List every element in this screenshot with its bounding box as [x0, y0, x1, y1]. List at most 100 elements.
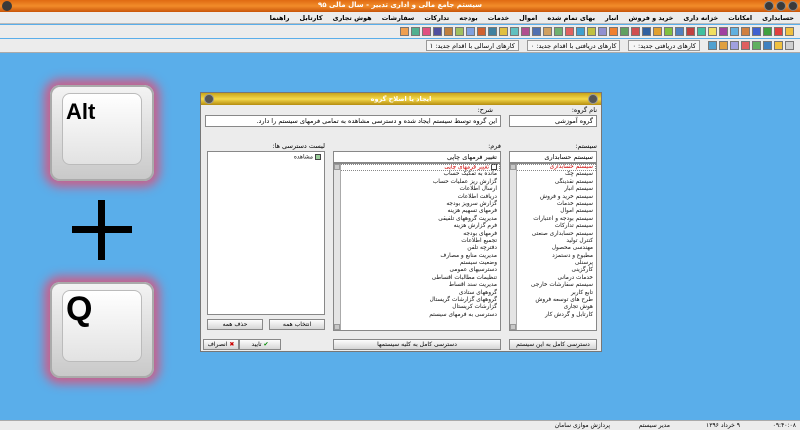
toolbar-icon[interactable] — [785, 27, 794, 36]
scroll-down-icon[interactable] — [334, 324, 340, 330]
toolbar-icon[interactable] — [719, 27, 728, 36]
menu-sales[interactable]: خرید و فروش — [629, 14, 674, 22]
toolbar-icon[interactable] — [598, 27, 607, 36]
scroll-down-icon[interactable] — [510, 324, 516, 330]
toolbar-icon[interactable] — [400, 27, 409, 36]
list-item[interactable]: سیستم سفارشات خارجی — [510, 282, 596, 289]
list-item[interactable]: سیستم اموال — [510, 208, 596, 215]
toolbar-icon[interactable] — [785, 41, 794, 50]
toolbar-icon[interactable] — [543, 27, 552, 36]
select-all-button[interactable]: انتخاب همه — [269, 319, 325, 330]
list-item[interactable]: مطبوع و دستمزد — [510, 253, 596, 260]
list-item[interactable]: فرم گزارش هزینه — [334, 223, 500, 230]
toolbar-icon[interactable] — [719, 41, 728, 50]
forms-list[interactable]: تغییر فرمهای چاپی مانده به تفکیک حساب گز… — [333, 163, 501, 331]
list-item[interactable]: وضعیت سیستم — [334, 260, 500, 267]
toolbar-icon[interactable] — [532, 27, 541, 36]
toolbar-icon[interactable] — [587, 27, 596, 36]
menu-procurement[interactable]: تدارکات — [424, 14, 449, 22]
toolbar-icon[interactable] — [686, 27, 695, 36]
dialog-menu-icon[interactable] — [588, 94, 598, 104]
toolbar-icon[interactable] — [708, 27, 717, 36]
group-name-input[interactable]: گروه آموزشی — [509, 115, 597, 127]
list-item[interactable]: گزارش سرویز بودجه — [334, 201, 500, 208]
menu-accounting[interactable]: حسابداری — [762, 14, 794, 22]
list-item[interactable]: سیستم خدمات — [510, 201, 596, 208]
menu-treasury[interactable]: خزانه داری — [683, 14, 718, 22]
toolbar-icon[interactable] — [774, 27, 783, 36]
access-list[interactable]: مشاهده — [207, 151, 325, 315]
ok-button[interactable]: ✔ تایید — [239, 339, 281, 350]
list-item[interactable]: سیستم انبار — [510, 186, 596, 193]
maximize-icon[interactable] — [776, 1, 786, 11]
full-access-all-button[interactable]: دسترسی کامل به کلیه سیستمها — [333, 339, 501, 350]
tab-received-new[interactable]: کارهای دریافتی جدید: ۰ — [628, 40, 700, 51]
toolbar-icon[interactable] — [521, 27, 530, 36]
toolbar-icon[interactable] — [433, 27, 442, 36]
menu-bi[interactable]: هوش تجاری — [333, 14, 372, 22]
list-item[interactable]: فرمهای بودجه — [334, 231, 500, 238]
list-item[interactable]: سیستم تدارکات — [510, 223, 596, 230]
toolbar-icon[interactable] — [730, 27, 739, 36]
list-item[interactable]: گزارش ریز عملیات حساب — [334, 179, 500, 186]
tab-received-action[interactable]: کارهای دریافتی با اقدام جدید: ۰ — [526, 40, 621, 51]
list-item[interactable]: ارسال اطلاعات — [334, 186, 500, 193]
forms-scrollbar[interactable] — [334, 164, 341, 330]
form-checkbox[interactable] — [491, 164, 497, 170]
toolbar-icon[interactable] — [763, 41, 772, 50]
list-item[interactable]: مانده به تفکیک حساب — [334, 171, 500, 178]
toolbar-icon[interactable] — [774, 41, 783, 50]
list-item[interactable]: مهندسی محصول — [510, 245, 596, 252]
list-item[interactable]: کنترل تولید — [510, 238, 596, 245]
toolbar-icon[interactable] — [466, 27, 475, 36]
scroll-up-icon[interactable] — [510, 164, 516, 170]
list-item[interactable]: خدمات درمانی — [510, 275, 596, 282]
toolbar-icon[interactable] — [730, 41, 739, 50]
menu-assets[interactable]: اموال — [519, 14, 537, 22]
list-item[interactable]: کارگزینی — [510, 267, 596, 274]
toolbar-icon[interactable] — [499, 27, 508, 36]
toolbar-icon[interactable] — [653, 27, 662, 36]
list-item[interactable]: دفترچه تلفن — [334, 245, 500, 252]
toolbar-icon[interactable] — [488, 27, 497, 36]
list-item[interactable]: سیستم نقدینگی — [510, 179, 596, 186]
access-checkbox[interactable] — [315, 154, 321, 160]
menu-orders[interactable]: سفارشات — [382, 14, 415, 22]
minimize-icon[interactable] — [764, 1, 774, 11]
menu-features[interactable]: امکانات — [728, 14, 752, 22]
systems-scrollbar[interactable] — [510, 164, 517, 330]
toolbar-icon[interactable] — [697, 27, 706, 36]
list-item[interactable]: مدیریت منابع و مصارف — [334, 253, 500, 260]
list-item[interactable]: سیستم حسابداری صنعتی — [510, 231, 596, 238]
toolbar-icon[interactable] — [411, 27, 420, 36]
toolbar-icon[interactable] — [664, 27, 673, 36]
toolbar-icon[interactable] — [642, 27, 651, 36]
system-combo[interactable]: سیستم حسابداری — [509, 151, 597, 163]
list-item[interactable]: گزارشات کریستال — [334, 304, 500, 311]
list-item[interactable]: سیستم خرید و فروش — [510, 194, 596, 201]
list-item[interactable]: طرح های توسعه فروش — [510, 297, 596, 304]
list-item[interactable]: گروههای ستادی — [334, 290, 500, 297]
menu-cost[interactable]: بهای تمام شده — [547, 14, 595, 22]
list-item[interactable]: دسترسیهای عمومی — [334, 267, 500, 274]
menu-budget[interactable]: بودجه — [459, 14, 477, 22]
toolbar-icon[interactable] — [620, 27, 629, 36]
menu-cartable[interactable]: کارتابل — [300, 14, 323, 22]
menu-inventory[interactable]: انبار — [605, 14, 619, 22]
form-combo[interactable]: تغییر فرمهای چاپی — [333, 151, 501, 163]
systems-list[interactable]: سیستم حسابداری سیستم چک سیستم نقدینگی سی… — [509, 163, 597, 331]
list-item[interactable]: مدیریت سند اقساط — [334, 282, 500, 289]
toolbar-icon[interactable] — [675, 27, 684, 36]
dialog-close-icon[interactable] — [204, 94, 214, 104]
scroll-up-icon[interactable] — [334, 164, 340, 170]
list-item[interactable]: هوش تجاری — [510, 304, 596, 311]
list-item[interactable]: سیستم چک — [510, 171, 596, 178]
toolbar-icon[interactable] — [752, 27, 761, 36]
full-access-system-button[interactable]: دسترسی کامل به این سیستم — [509, 339, 597, 350]
toolbar-icon[interactable] — [554, 27, 563, 36]
list-item[interactable]: دسترسی به فرمهای سیستم — [334, 312, 500, 319]
toolbar-icon[interactable] — [708, 41, 717, 50]
toolbar-icon[interactable] — [455, 27, 464, 36]
toolbar-icon[interactable] — [444, 27, 453, 36]
menu-services[interactable]: خدمات — [488, 14, 509, 22]
